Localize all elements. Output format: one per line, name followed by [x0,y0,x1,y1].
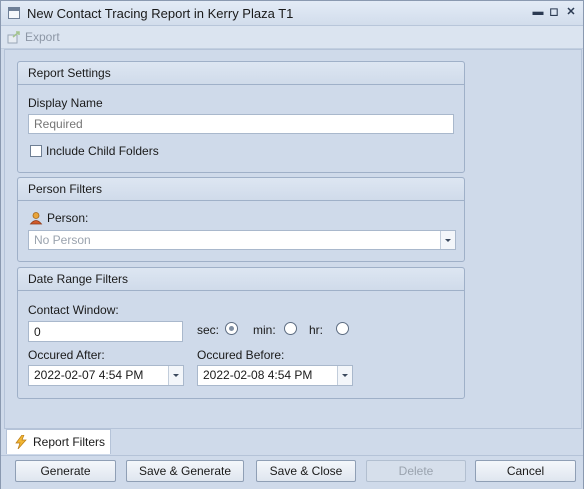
save-and-close-button[interactable]: Save & Close [256,460,356,482]
window-title: New Contact Tracing Report in Kerry Plaz… [27,6,294,21]
sec-radio[interactable] [225,322,238,335]
occured-after-label: Occured After: [28,348,105,362]
occured-after-dropdown-button[interactable] [168,366,183,385]
report-settings-header: Report Settings [18,62,464,85]
content-area: Report Settings Display Name Include Chi… [4,49,582,429]
lightning-icon [15,434,27,450]
tab-report-filters[interactable]: Report Filters [6,429,111,454]
display-name-input[interactable] [28,114,454,134]
include-child-folders-checkbox[interactable] [30,145,42,157]
delete-button[interactable]: Delete [366,460,466,482]
maximize-button[interactable]: ◻ [547,5,561,19]
export-button[interactable]: Export [7,28,60,46]
occured-after-value: 2022-02-07 4:54 PM [34,368,144,382]
cancel-button[interactable]: Cancel [475,460,576,482]
min-radio[interactable] [284,322,297,335]
minimize-button[interactable]: ▬ [531,5,545,19]
date-range-filters-header: Date Range Filters [18,268,464,291]
export-label: Export [25,30,60,44]
occured-before-dropdown-button[interactable] [337,366,352,385]
button-bar: Generate Save & Generate Save & Close De… [1,455,583,489]
contact-window-input[interactable] [28,321,183,342]
person-filters-header: Person Filters [18,178,464,201]
sec-label: sec: [197,323,220,337]
person-combobox[interactable]: No Person [28,230,456,250]
person-value: No Person [34,233,91,247]
display-name-label: Display Name [28,96,103,110]
person-dropdown-button[interactable] [440,231,455,249]
occured-before-label: Occured Before: [197,348,285,362]
save-and-generate-button[interactable]: Save & Generate [126,460,244,482]
export-icon [7,30,21,44]
toolbar: Export [1,26,583,49]
hr-radio[interactable] [336,322,349,335]
date-range-filters-group: Date Range Filters Contact Window: sec: … [17,267,465,399]
occured-before-value: 2022-02-08 4:54 PM [203,368,313,382]
contact-window-label: Contact Window: [28,303,119,317]
person-filters-group: Person Filters Person: No Person [17,177,465,262]
person-icon [29,211,43,225]
title-bar[interactable]: New Contact Tracing Report in Kerry Plaz… [1,1,583,26]
min-label: min: [253,323,276,337]
tab-report-filters-label: Report Filters [33,435,106,449]
include-child-folders-label: Include Child Folders [46,144,159,158]
occured-after-datepicker[interactable]: 2022-02-07 4:54 PM [28,365,184,386]
occured-before-datepicker[interactable]: 2022-02-08 4:54 PM [197,365,353,386]
hr-label: hr: [309,323,324,337]
close-button[interactable]: ✕ [564,5,578,19]
generate-button[interactable]: Generate [15,460,116,482]
report-settings-group: Report Settings Display Name Include Chi… [17,61,465,173]
person-label: Person: [47,211,89,225]
report-window: New Contact Tracing Report in Kerry Plaz… [0,0,584,489]
window-icon [8,7,20,19]
